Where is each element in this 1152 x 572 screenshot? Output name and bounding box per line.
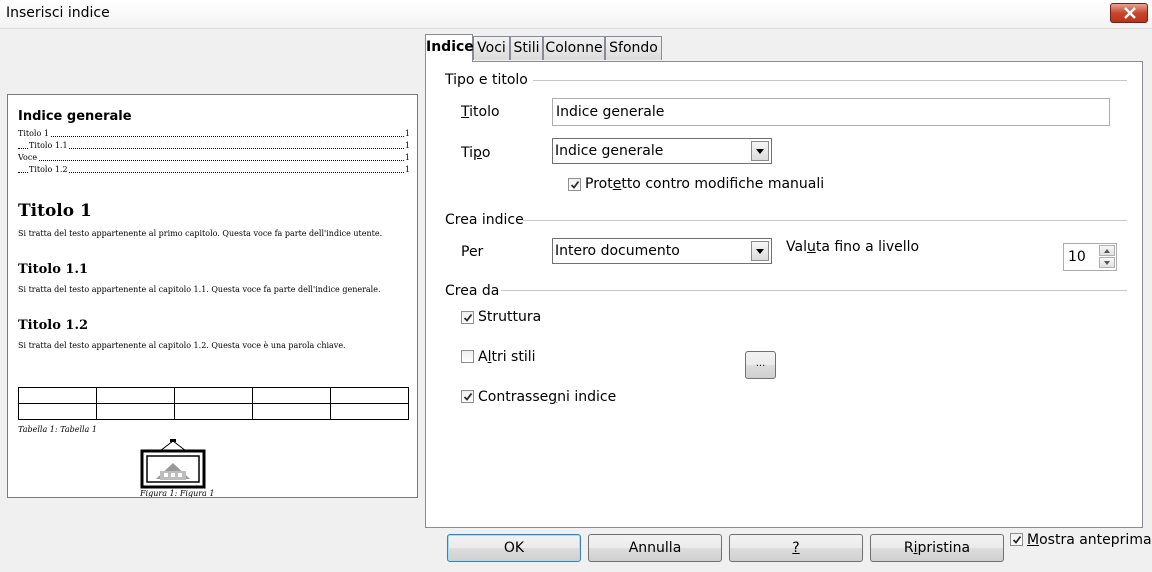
tab-voci[interactable]: Voci [473, 36, 510, 60]
ok-button[interactable]: OK [447, 534, 581, 562]
picture-frame-icon [140, 439, 206, 493]
preview-section-body: Si tratta del testo appartenente al prim… [18, 229, 383, 238]
title-bar: Inserisci indice [0, 0, 1152, 29]
preview-heading: Indice generale [18, 109, 132, 124]
toc-line: Titolo 11 [18, 129, 410, 138]
separator [501, 290, 1127, 291]
help-button[interactable]: ? [729, 534, 863, 562]
altri-stili-checkbox[interactable] [461, 350, 474, 363]
spin-down-icon[interactable] [1099, 257, 1115, 268]
preview-section-title: Titolo 1.1 [18, 262, 89, 277]
protetto-label: Protetto contro modifiche manuali [585, 176, 825, 192]
chevron-down-icon[interactable] [751, 141, 769, 161]
per-label: Per [461, 244, 484, 260]
preview-table [18, 387, 409, 420]
reset-button[interactable]: Ripristina [870, 534, 1004, 562]
mostra-anteprima-label: Mostra anteprima [1027, 532, 1152, 548]
tab-colonne[interactable]: Colonne [543, 36, 605, 60]
toc-line: Titolo 1.1 1 [18, 141, 410, 152]
contrassegni-checkbox[interactable] [461, 390, 474, 403]
section-tipo-titolo: Tipo e titolo [445, 72, 528, 88]
struttura-label: Struttura [478, 309, 542, 325]
titolo-label: Titolo [461, 104, 500, 120]
contrassegni-label: Contrassegni indice [478, 389, 617, 405]
struttura-checkbox[interactable] [461, 311, 474, 324]
titolo-input[interactable]: Indice generale [552, 98, 1110, 126]
preview-section-body: Si tratta del testo appartenente al capi… [18, 341, 346, 350]
per-select[interactable]: Intero documento [552, 238, 772, 264]
window-title: Inserisci indice [6, 5, 110, 21]
section-crea-indice: Crea indice [445, 212, 524, 228]
separator [533, 80, 1127, 81]
spin-up-icon[interactable] [1099, 245, 1115, 256]
preview-section-title: Titolo 1 [18, 201, 92, 221]
preview-pane: Indice generale Titolo 11 Titolo 1.1 1 Vo… [7, 94, 418, 498]
separator [523, 220, 1127, 221]
preview-section-body: Si tratta del testo appartenente al capi… [18, 285, 381, 294]
altri-stili-label: Altri stili [478, 349, 536, 365]
toc-line: Voce 1 [18, 153, 410, 162]
preview-section-title: Titolo 1.2 [18, 318, 89, 333]
tab-stili[interactable]: Stili [510, 36, 543, 60]
mostra-anteprima-checkbox[interactable] [1010, 533, 1023, 546]
close-button[interactable] [1110, 3, 1148, 23]
tipo-label: Tipo [461, 145, 491, 161]
toc-line: Titolo 1.2 1 [18, 165, 410, 176]
protetto-checkbox[interactable] [568, 178, 581, 191]
tab-panel [425, 61, 1143, 528]
livello-spinbox[interactable]: 10 [1063, 243, 1117, 271]
chevron-down-icon[interactable] [751, 241, 769, 261]
cancel-button[interactable]: Annulla [588, 534, 722, 562]
preview-table-caption: Tabella 1: Tabella 1 [18, 425, 97, 434]
tab-indice[interactable]: Indice [425, 34, 474, 62]
valuta-label: Valuta fino a livello [786, 239, 920, 255]
altri-stili-browse-button[interactable]: ... [745, 351, 776, 379]
tab-sfondo[interactable]: Sfondo [605, 36, 662, 60]
section-crea-da: Crea da [445, 283, 500, 299]
preview-figure-caption: Figura 1: Figura 1 [140, 489, 215, 498]
tipo-select[interactable]: Indice generale [552, 138, 772, 164]
